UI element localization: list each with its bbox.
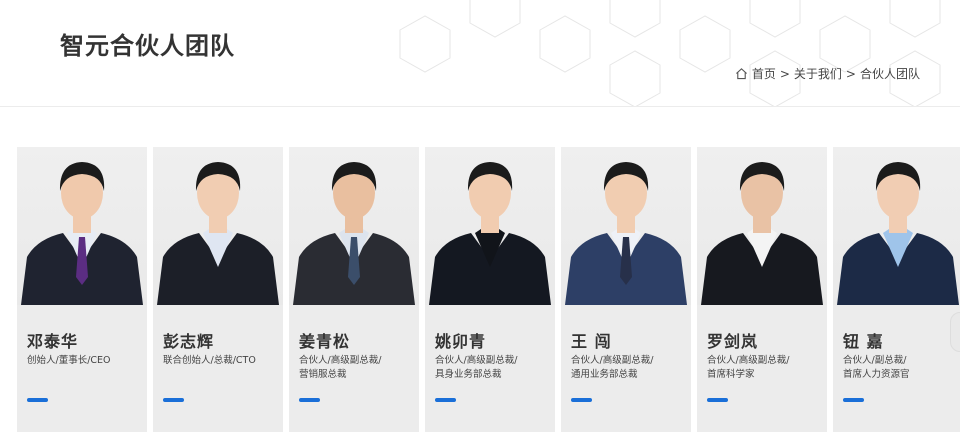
partner-photo bbox=[561, 147, 691, 305]
hexagon-pattern-background bbox=[399, 0, 941, 106]
portrait-silhouette bbox=[701, 162, 823, 305]
breadcrumb: 首页 > 关于我们 > 合伙人团队 bbox=[735, 65, 920, 82]
partner-card-1[interactable]: 邓泰华 创始人/董事长/CEO bbox=[17, 147, 147, 432]
partner-name: 彭志辉 bbox=[163, 332, 215, 351]
portrait-silhouette bbox=[157, 162, 279, 305]
partner-photo bbox=[153, 147, 283, 305]
accent-bar bbox=[843, 398, 864, 402]
accent-bar bbox=[435, 398, 456, 402]
partner-card-5[interactable]: 王 闯 合伙人/高级副总裁/通用业务部总裁 bbox=[561, 147, 691, 432]
accent-bar bbox=[299, 398, 320, 402]
partner-photo bbox=[289, 147, 419, 305]
partner-photo bbox=[697, 147, 827, 305]
partner-card-7[interactable]: 钮 嘉 合伙人/副总裁/首席人力资源官 bbox=[833, 147, 960, 432]
breadcrumb-about-link[interactable]: 关于我们 bbox=[794, 65, 842, 82]
partner-card-list: 邓泰华 创始人/董事长/CEO 彭志辉 联合创始人/总裁/CTO 姜青松 合伙人… bbox=[17, 147, 960, 432]
partner-card-4[interactable]: 姚卯青 合伙人/高级副总裁/具身业务部总裁 bbox=[425, 147, 555, 432]
partner-card-6[interactable]: 罗剑岚 合伙人/高级副总裁/首席科学家 bbox=[697, 147, 827, 432]
partner-role: 合伙人/副总裁/首席人力资源官 bbox=[843, 355, 910, 380]
partner-role: 创始人/董事长/CEO bbox=[27, 355, 111, 366]
partner-photo bbox=[425, 147, 555, 305]
page-title: 智元合伙人团队 bbox=[60, 32, 235, 60]
partner-name: 钮 嘉 bbox=[843, 332, 884, 351]
portrait-silhouette bbox=[21, 162, 143, 305]
partner-role: 合伙人/高级副总裁/营销服总裁 bbox=[299, 355, 382, 380]
partner-role: 合伙人/高级副总裁/具身业务部总裁 bbox=[435, 355, 518, 380]
partner-name: 罗剑岚 bbox=[707, 332, 759, 351]
partner-name: 王 闯 bbox=[571, 332, 612, 351]
portrait-silhouette bbox=[429, 162, 551, 305]
partner-card-2[interactable]: 彭志辉 联合创始人/总裁/CTO bbox=[153, 147, 283, 432]
partner-role: 合伙人/高级副总裁/通用业务部总裁 bbox=[571, 355, 654, 380]
home-icon[interactable] bbox=[735, 67, 748, 80]
partner-name: 姜青松 bbox=[299, 332, 351, 351]
breadcrumb-separator: > bbox=[779, 66, 790, 81]
breadcrumb-separator: > bbox=[845, 66, 856, 81]
page-header: 智元合伙人团队 首页 > 关于我们 > 合伙人团队 bbox=[0, 0, 960, 107]
partner-photo bbox=[833, 147, 960, 305]
scroll-next-handle[interactable] bbox=[950, 312, 960, 352]
breadcrumb-home-link[interactable]: 首页 bbox=[752, 65, 776, 82]
partner-role: 联合创始人/总裁/CTO bbox=[163, 355, 256, 366]
partner-card-3[interactable]: 姜青松 合伙人/高级副总裁/营销服总裁 bbox=[289, 147, 419, 432]
accent-bar bbox=[707, 398, 728, 402]
partner-name: 姚卯青 bbox=[435, 332, 487, 351]
portrait-silhouette bbox=[565, 162, 687, 305]
portrait-silhouette bbox=[837, 162, 959, 305]
partner-name: 邓泰华 bbox=[27, 332, 79, 351]
accent-bar bbox=[163, 398, 184, 402]
breadcrumb-current[interactable]: 合伙人团队 bbox=[860, 65, 920, 82]
accent-bar bbox=[571, 398, 592, 402]
portrait-silhouette bbox=[293, 162, 415, 305]
partner-role: 合伙人/高级副总裁/首席科学家 bbox=[707, 355, 790, 380]
partner-photo bbox=[17, 147, 147, 305]
accent-bar bbox=[27, 398, 48, 402]
